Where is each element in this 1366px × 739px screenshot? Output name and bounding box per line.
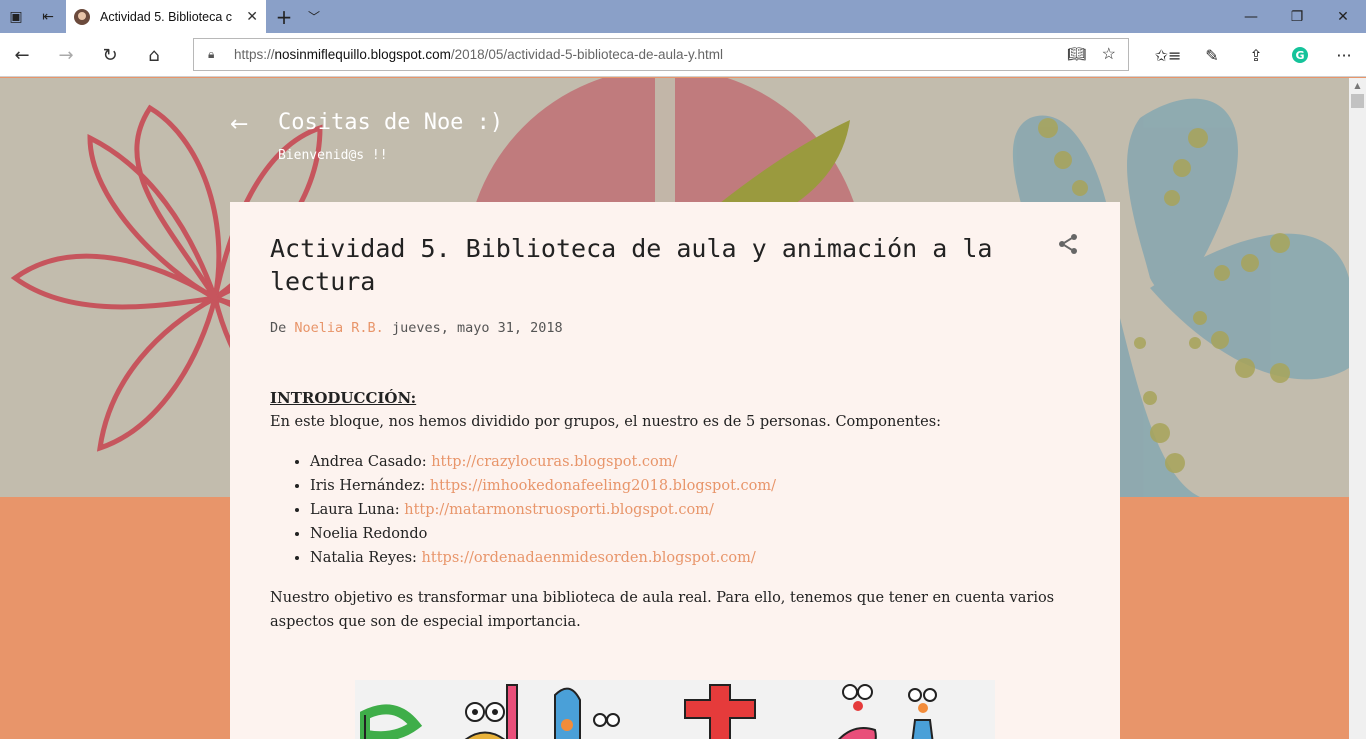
url-host: nosinmiflequillo.blogspot.com <box>274 47 451 62</box>
list-item: Natalia Reyes: https://ordenadaenmidesor… <box>310 546 1080 570</box>
scroll-up-icon[interactable]: ▲ <box>1349 78 1366 92</box>
page-scrollbar[interactable]: ▲ <box>1349 78 1366 739</box>
set-aside-tabs-icon[interactable]: ⇤ <box>32 0 64 33</box>
member-link[interactable]: https://ordenadaenmidesorden.blogspot.co… <box>422 550 756 566</box>
close-tab-icon[interactable]: ✕ <box>246 9 258 25</box>
share-icon[interactable] <box>1056 232 1080 256</box>
refresh-icon[interactable]: ↻ <box>90 33 130 77</box>
forward-icon[interactable]: → <box>46 33 86 77</box>
address-bar[interactable]: 🔒︎ https:// nosinmiflequillo.blogspot.co… <box>193 38 1129 71</box>
blog-back-arrow-icon[interactable]: ← <box>230 112 248 137</box>
tab-bar: ▣ ⇤ Actividad 5. Biblioteca c ✕ + ﹀ — ❐ … <box>0 0 1366 33</box>
new-tab-button[interactable]: + <box>270 0 298 33</box>
url-protocol: https:// <box>234 47 275 62</box>
tab-actions-icon[interactable]: ▣ <box>0 0 32 33</box>
intro-text: En este bloque, nos hemos dividido por g… <box>270 414 942 430</box>
post-image[interactable] <box>355 680 995 739</box>
pen-icon[interactable]: ✎ <box>1192 33 1232 77</box>
blog-subtitle: Bienvenid@s !! <box>278 148 388 163</box>
list-item: Andrea Casado: http://crazylocuras.blogs… <box>310 450 1080 474</box>
browser-toolbar: ← → ↻ ⌂ 🔒︎ https:// nosinmiflequillo.blo… <box>0 33 1366 77</box>
list-item: Iris Hernández: https://imhookedonafeeli… <box>310 474 1080 498</box>
post-title: Actividad 5. Biblioteca de aula y animac… <box>270 234 993 296</box>
list-item: Laura Luna: http://matarmonstruosporti.b… <box>310 498 1080 522</box>
list-item: Noelia Redondo <box>310 522 1080 546</box>
member-link[interactable]: http://crazylocuras.blogspot.com/ <box>431 454 677 470</box>
share-browser-icon[interactable]: ⇪ <box>1236 33 1276 77</box>
reading-view-icon[interactable]: 📖︎ <box>1067 45 1086 63</box>
back-icon[interactable]: ← <box>2 33 42 77</box>
member-name: Andrea Casado: <box>310 454 432 470</box>
restore-icon[interactable]: ❐ <box>1274 0 1320 33</box>
byline-prefix: De <box>270 320 287 336</box>
home-icon[interactable]: ⌂ <box>134 33 174 77</box>
favorite-star-icon[interactable]: ☆ <box>1102 44 1116 64</box>
post-card: Actividad 5. Biblioteca de aula y animac… <box>230 202 1120 739</box>
post-date: jueves, mayo 31, 2018 <box>391 320 563 336</box>
tab-title: Actividad 5. Biblioteca c <box>100 9 233 24</box>
favicon-icon <box>74 8 90 25</box>
author-link[interactable]: Noelia R.B. <box>294 320 383 336</box>
tab-active[interactable]: Actividad 5. Biblioteca c ✕ <box>66 0 266 33</box>
lock-icon: 🔒︎ <box>208 47 215 61</box>
grammarly-icon[interactable]: G <box>1280 33 1320 77</box>
objective-paragraph: Nuestro objetivo es transformar una bibl… <box>270 590 1055 630</box>
member-name: Natalia Reyes: <box>310 550 422 566</box>
more-menu-icon[interactable]: ··· <box>1324 33 1364 77</box>
member-name: Noelia Redondo <box>310 526 428 542</box>
scrollbar-thumb[interactable] <box>1351 94 1364 108</box>
biblioteca-drawing-image <box>360 684 937 739</box>
blog-title[interactable]: Cositas de Noe :) <box>278 110 503 135</box>
intro-heading: INTRODUCCIÓN: <box>270 389 417 407</box>
url-path: /2018/05/actividad-5-biblioteca-de-aula-… <box>450 47 724 62</box>
tab-preview-chevron-icon[interactable]: ﹀ <box>300 0 328 33</box>
minimize-icon[interactable]: — <box>1228 0 1274 33</box>
member-link[interactable]: http://matarmonstruosporti.blogspot.com/ <box>404 502 714 518</box>
close-window-icon[interactable]: ✕ <box>1320 0 1366 33</box>
page-viewport: ← Cositas de Noe :) Bienvenid@s !! Activ… <box>0 78 1349 739</box>
member-name: Laura Luna: <box>310 502 405 518</box>
member-name: Iris Hernández: <box>310 478 430 494</box>
post-byline: De Noelia R.B. jueves, mayo 31, 2018 <box>270 320 1080 336</box>
favorites-list-icon[interactable]: ✩≡ <box>1148 33 1188 77</box>
post-body: INTRODUCCIÓN: En este bloque, nos hemos … <box>270 386 1080 634</box>
member-link[interactable]: https://imhookedonafeeling2018.blogspot.… <box>430 478 776 494</box>
members-list: Andrea Casado: http://crazylocuras.blogs… <box>310 450 1080 570</box>
